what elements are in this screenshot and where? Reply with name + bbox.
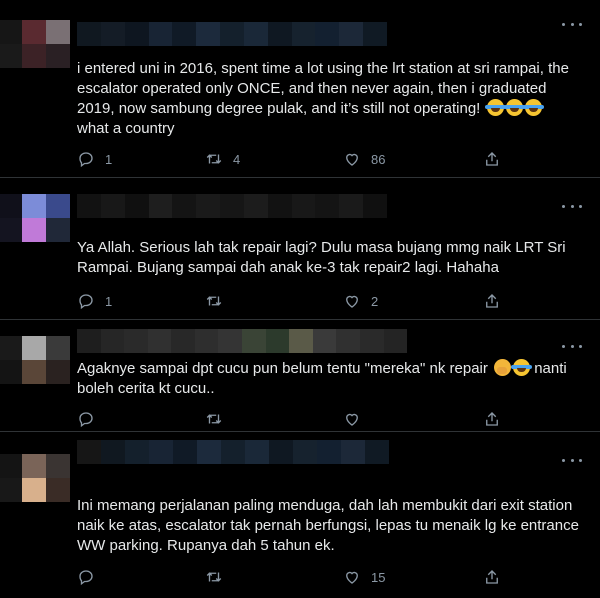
tweet-3[interactable]: Agaknye sampai dpt cucu pun belum tentu … (0, 320, 600, 432)
avatar-blur-left (0, 20, 22, 68)
tears-of-joy-emoji-icon (511, 359, 533, 376)
tweet-actions: 15 (77, 567, 527, 587)
more-options-icon[interactable] (562, 18, 582, 30)
retweet-button[interactable]: 4 (205, 149, 240, 169)
tears-of-joy-emoji-icon (484, 99, 506, 116)
avatar-blur-left (0, 454, 22, 502)
share-icon (486, 412, 498, 426)
heart-icon (346, 295, 358, 308)
tweet-text-part: what a country (77, 120, 175, 137)
share-button[interactable] (483, 409, 501, 429)
heart-icon (346, 153, 358, 166)
tweet-4[interactable]: Ini memang perjalanan paling menduga, da… (0, 432, 600, 598)
retweet-button[interactable] (205, 291, 233, 311)
username-redacted[interactable] (77, 440, 397, 464)
tears-of-joy-emoji-icon (522, 99, 544, 116)
tweet-actions: 1 4 86 (77, 149, 527, 169)
shushing-face-emoji-icon (494, 359, 512, 376)
retweet-icon (206, 414, 222, 424)
tweet-thread: i entered uni in 2016, spent time a lot … (0, 0, 600, 598)
reply-button[interactable]: 1 (77, 291, 112, 311)
like-count: 2 (371, 293, 379, 309)
reply-button[interactable]: 1 (77, 149, 112, 169)
reply-icon (79, 152, 93, 168)
tweet-text: Ini memang perjalanan paling menduga, da… (77, 496, 587, 556)
like-button[interactable] (343, 409, 371, 429)
retweet-button[interactable] (205, 567, 233, 587)
share-button[interactable] (483, 291, 501, 311)
reply-icon (79, 570, 93, 586)
username-redacted[interactable] (77, 194, 387, 218)
tweet-text-part: Agaknye sampai dpt cucu pun belum tentu … (77, 360, 493, 377)
tweet-actions: 1 2 (77, 291, 527, 311)
retweet-button[interactable] (205, 409, 233, 429)
share-icon (486, 570, 498, 584)
share-button[interactable] (483, 567, 501, 587)
avatar[interactable] (22, 20, 70, 68)
reply-button[interactable] (77, 409, 105, 429)
username-redacted[interactable] (77, 22, 387, 46)
tweet-2[interactable]: Ya Allah. Serious lah tak repair lagi? D… (0, 178, 600, 320)
more-options-icon[interactable] (562, 200, 582, 212)
reply-button[interactable] (77, 567, 105, 587)
retweet-icon (206, 296, 222, 306)
heart-icon (346, 413, 358, 426)
avatar[interactable] (22, 194, 70, 242)
reply-count: 1 (105, 293, 113, 309)
retweet-count: 4 (233, 151, 241, 167)
retweet-icon (206, 572, 222, 582)
heart-icon (346, 571, 358, 584)
reply-icon (79, 412, 93, 428)
like-button[interactable]: 86 (343, 149, 385, 169)
like-button[interactable]: 2 (343, 291, 378, 311)
like-button[interactable]: 15 (343, 567, 385, 587)
username-redacted[interactable] (77, 329, 407, 353)
tweet-text: i entered uni in 2016, spent time a lot … (77, 59, 587, 139)
tweet-text: Agaknye sampai dpt cucu pun belum tentu … (77, 359, 587, 399)
avatar[interactable] (22, 454, 70, 502)
like-count: 15 (371, 569, 386, 585)
retweet-icon (206, 154, 222, 164)
more-options-icon[interactable] (562, 454, 582, 466)
share-icon (486, 152, 498, 166)
share-icon (486, 294, 498, 308)
reply-count: 1 (105, 151, 113, 167)
tweet-text: Ya Allah. Serious lah tak repair lagi? D… (77, 238, 587, 278)
share-button[interactable] (483, 149, 501, 169)
tears-of-joy-emoji-icon (503, 99, 525, 116)
tweet-actions (77, 409, 527, 429)
avatar[interactable] (22, 336, 70, 384)
like-count: 86 (371, 151, 386, 167)
more-options-icon[interactable] (562, 340, 582, 352)
tweet-1[interactable]: i entered uni in 2016, spent time a lot … (0, 0, 600, 178)
avatar-blur-left (0, 194, 22, 242)
avatar-blur-left (0, 336, 22, 384)
reply-icon (79, 294, 93, 310)
tweet-text-part: Ya Allah. Serious lah tak repair lagi? D… (77, 239, 566, 276)
tweet-text-part: Ini memang perjalanan paling menduga, da… (77, 497, 579, 554)
